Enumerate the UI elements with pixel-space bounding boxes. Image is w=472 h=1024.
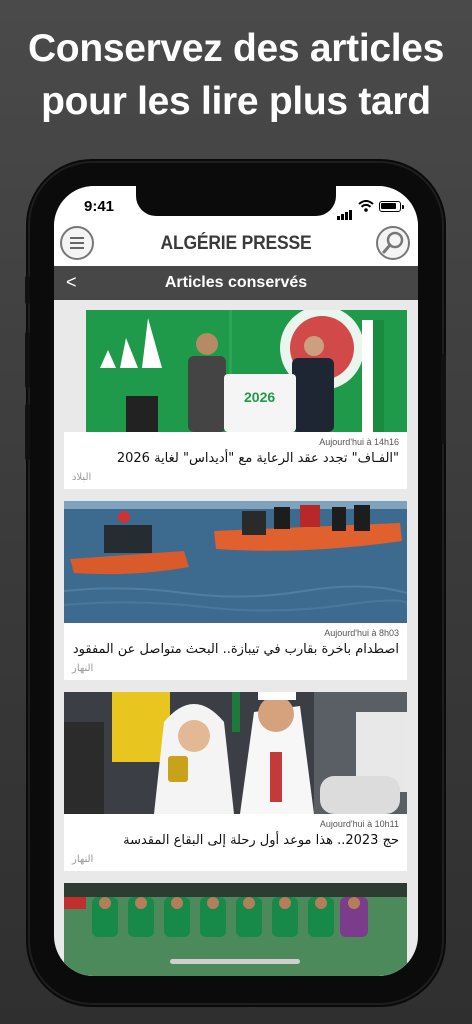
article-headline[interactable]: "الفـاف" تجدد عقد الرعاية مع "أديداس" لغ… [72, 449, 399, 469]
article-headline[interactable]: اصطدام باخرة بقارب في تيبازة.. البحث متو… [72, 640, 399, 660]
phone-notch [136, 186, 336, 216]
app-screen: 9:41 ALGÉRIE PRESSE < Articles conservés [54, 186, 418, 976]
promo-heading: Conservez des articles pour les lire plu… [0, 22, 472, 128]
article-card[interactable]: Aujourd'hui à 8h03 اصطدام باخرة بقارب في… [64, 501, 407, 680]
article-headline[interactable]: حج 2023.. هذا موعد أول رحلة إلى البقاع ا… [72, 831, 399, 851]
phone-volume-down [25, 404, 30, 460]
article-image [64, 501, 407, 623]
article-image: 2026 [64, 310, 407, 432]
article-card[interactable]: Aujourd'hui à 10h11 حج 2023.. هذا موعد أ… [64, 692, 407, 871]
home-indicator[interactable] [170, 959, 300, 964]
article-source: البلاد [72, 472, 92, 483]
promo-line-2: pour les lire plus tard [41, 80, 431, 123]
app-header: ALGÉRIE PRESSE [54, 222, 418, 266]
promo-line-1: Conservez des articles [27, 27, 445, 70]
phone-volume-up [25, 332, 30, 388]
article-source: النهار [72, 663, 94, 674]
search-icon[interactable] [376, 226, 410, 260]
article-image [64, 692, 407, 814]
section-bar: < Articles conservés [54, 266, 418, 300]
article-card[interactable]: 2026 Aujourd'hui à 14h16 "الفـاف" تجدد ع… [64, 310, 407, 489]
article-source: النهار [72, 854, 94, 865]
phone-silent-switch [25, 276, 30, 304]
article-timestamp: Aujourd'hui à 8h03 [324, 628, 399, 638]
phone-power-button [441, 354, 446, 444]
app-logo: ALGÉRIE PRESSE [160, 233, 312, 254]
saved-articles-list: 2026 Aujourd'hui à 14h16 "الفـاف" تجدد ع… [64, 310, 407, 976]
article-timestamp: Aujourd'hui à 10h11 [319, 819, 399, 829]
wifi-icon [358, 200, 374, 212]
jersey-number: 2026 [244, 389, 275, 405]
signal-icon [337, 202, 353, 220]
battery-icon [379, 201, 404, 212]
article-timestamp: Aujourd'hui à 14h16 [319, 437, 399, 447]
status-time: 9:41 [84, 198, 115, 215]
section-title: Articles conservés [164, 274, 308, 291]
